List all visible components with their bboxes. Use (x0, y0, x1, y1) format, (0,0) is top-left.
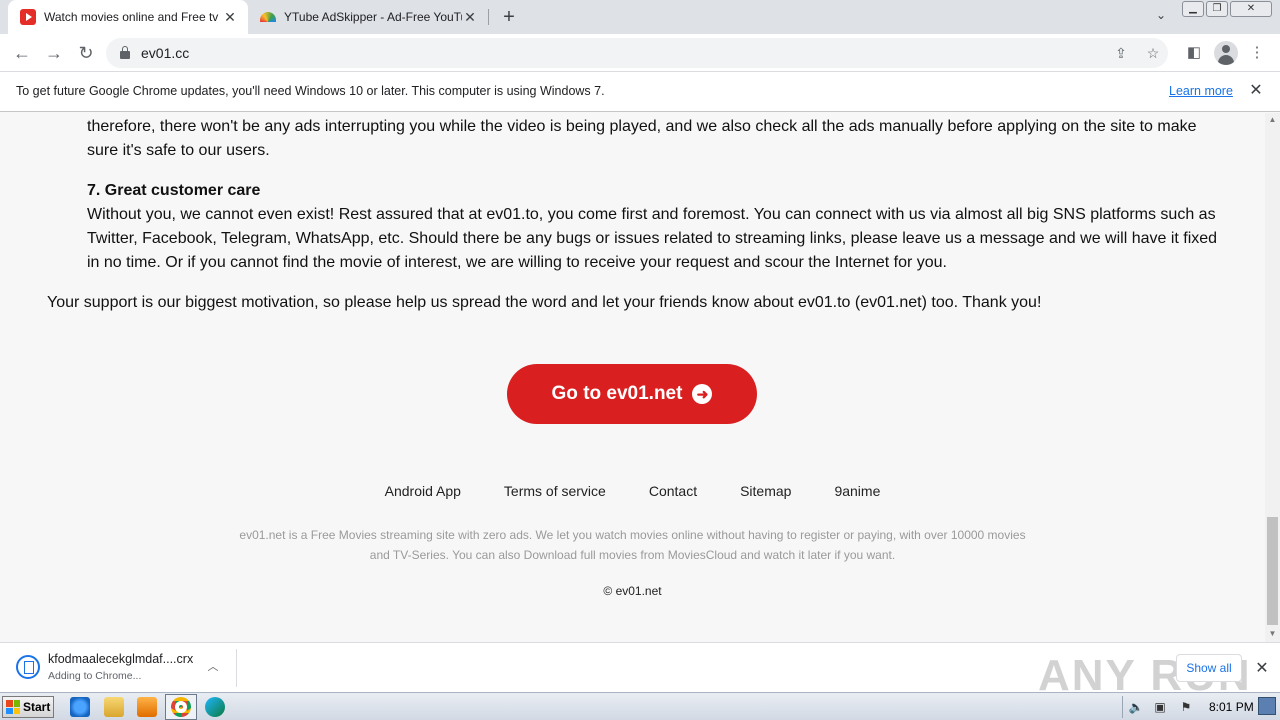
show-all-button[interactable]: Show all (1176, 654, 1242, 682)
menu-kebab-icon[interactable]: ⋮ (1246, 42, 1268, 64)
infobar-close-icon[interactable]: ✕ (1248, 82, 1264, 100)
taskbar-clock[interactable]: 8:01 PM (1209, 700, 1254, 714)
chevron-up-icon[interactable]: ︿ (205, 658, 221, 674)
network-icon[interactable]: ▣ (1152, 699, 1168, 715)
footer-description: ev01.net is a Free Movies streaming site… (239, 528, 1026, 562)
tab-ytube-adskipper[interactable]: YTube AdSkipper - Ad-Free YouTube ✕ (250, 0, 488, 34)
tab-close-icon[interactable]: ✕ (222, 9, 238, 25)
action-center-flag-icon[interactable]: ⚑ (1178, 699, 1194, 715)
paragraph-ads: therefore, there won't be any ads interr… (87, 118, 1197, 159)
cta-label: Go to ev01.net (551, 383, 683, 404)
lock-icon[interactable] (120, 46, 130, 59)
download-shelf: kfodmaalecekglmdaf....crx Adding to Chro… (0, 642, 1280, 700)
side-panel-icon[interactable]: ◧ (1183, 42, 1205, 64)
tab-separator (488, 9, 489, 25)
windows-logo-icon (6, 700, 20, 714)
address-bar[interactable]: ev01.cc ⇪ ☆ (106, 38, 1168, 68)
share-icon[interactable]: ⇪ (1112, 44, 1130, 62)
paragraph-customer-care: Without you, we cannot even exist! Rest … (87, 206, 1218, 271)
chrome-icon (171, 697, 191, 717)
download-shelf-close-icon[interactable]: ✕ (1254, 658, 1270, 677)
page-content: therefore, there won't be any ads interr… (0, 113, 1265, 642)
window-close-button[interactable]: ✕ (1230, 1, 1272, 17)
internet-explorer-icon[interactable] (70, 697, 90, 717)
edge-icon[interactable] (205, 697, 225, 717)
tab-strip: Watch movies online and Free tv sho ✕ YT… (0, 0, 1280, 34)
tab-ev01[interactable]: Watch movies online and Free tv sho ✕ (8, 0, 248, 34)
copyright: © ev01.net (603, 584, 662, 598)
file-explorer-icon[interactable] (104, 697, 124, 717)
bookmark-star-icon[interactable]: ☆ (1144, 44, 1162, 62)
download-status: Adding to Chrome... (48, 670, 142, 682)
new-tab-button[interactable]: + (498, 6, 520, 28)
learn-more-link[interactable]: Learn more (1169, 84, 1233, 98)
footer-links: Android App Terms of service Contact Sit… (0, 483, 1265, 499)
media-player-icon[interactable] (137, 697, 157, 717)
start-button[interactable]: Start (2, 696, 54, 718)
infobar-message: To get future Google Chrome updates, you… (16, 84, 605, 98)
footer-link-android-app[interactable]: Android App (385, 483, 461, 499)
footer-link-sitemap[interactable]: Sitemap (740, 483, 791, 499)
reload-icon[interactable]: ↻ (74, 41, 98, 65)
url-text[interactable]: ev01.cc (141, 45, 189, 61)
footer-link-terms[interactable]: Terms of service (504, 483, 606, 499)
rainbow-icon (260, 12, 276, 22)
tab-search-chevron-icon[interactable]: ⌄ (1152, 8, 1170, 26)
scroll-up-arrow-icon[interactable]: ▲ (1265, 113, 1280, 127)
tab-close-icon[interactable]: ✕ (462, 9, 478, 25)
start-label: Start (23, 700, 51, 714)
heading-customer-care: 7. Great customer care (87, 182, 261, 199)
tab-title: Watch movies online and Free tv sho (44, 10, 222, 24)
footer-link-contact[interactable]: Contact (649, 483, 697, 499)
download-progress-icon[interactable] (16, 655, 40, 679)
scrollbar-thumb[interactable] (1267, 517, 1278, 625)
volume-icon[interactable]: 🔈 (1128, 699, 1144, 715)
paragraph-support: Your support is our biggest motivation, … (47, 294, 1042, 311)
page-scrollbar[interactable]: ▲ ▼ (1265, 113, 1280, 642)
windows-taskbar: Start 🔈 ▣ ⚑ 8:01 PM (0, 692, 1280, 720)
go-to-ev01-button[interactable]: Go to ev01.net ➜ (507, 364, 757, 424)
update-infobar: To get future Google Chrome updates, you… (0, 72, 1280, 112)
back-arrow-icon[interactable]: ← (10, 41, 34, 65)
arrow-right-circle-icon: ➜ (692, 384, 713, 404)
forward-arrow-icon[interactable]: → (42, 41, 66, 65)
profile-avatar-icon[interactable] (1214, 41, 1238, 65)
browser-toolbar: ← → ↻ ev01.cc ⇪ ☆ ◧ ⋮ (0, 34, 1280, 72)
download-filename[interactable]: kfodmaalecekglmdaf....crx (48, 652, 193, 666)
restore-button[interactable]: ❐ (1206, 1, 1228, 17)
window-controls: ▁ ❐ ✕ (1182, 1, 1272, 17)
footer-link-9anime[interactable]: 9anime (834, 483, 880, 499)
tray-separator (1122, 696, 1123, 718)
minimize-button[interactable]: ▁ (1182, 1, 1204, 17)
scroll-down-arrow-icon[interactable]: ▼ (1265, 627, 1280, 641)
download-separator (236, 649, 237, 687)
youtube-icon (20, 9, 36, 25)
tab-title: YTube AdSkipper - Ad-Free YouTube (284, 10, 462, 24)
show-desktop-button[interactable] (1258, 697, 1276, 715)
